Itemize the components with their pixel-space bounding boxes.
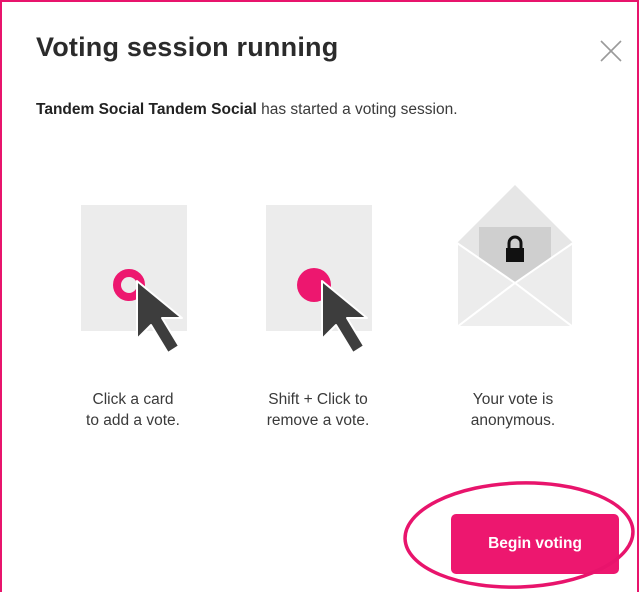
card-shift-click-icon (266, 205, 372, 354)
voting-dialog: Voting session running Tandem Social Tan… (0, 0, 639, 592)
step-add-vote-caption: Click a card to add a vote. (43, 389, 223, 431)
step-remove-vote-line2: remove a vote. (266, 412, 370, 429)
locked-envelope-icon (455, 185, 575, 330)
step-anonymous-line2: anonymous. (470, 412, 556, 429)
step-remove-vote-caption: Shift + Click to remove a vote. (228, 389, 408, 431)
step-add-vote-line2: to add a vote. (86, 412, 180, 429)
step-anonymous-caption: Your vote is anonymous. (423, 389, 603, 431)
dialog-subtitle: Tandem Social Tandem Social has started … (36, 101, 458, 119)
card-click-icon (81, 205, 187, 354)
dialog-title: Voting session running (36, 32, 339, 62)
step-add-vote-line1: Click a card (92, 391, 174, 408)
subtitle-text: has started a voting session. (256, 101, 458, 118)
step-anonymous-line1: Your vote is (472, 391, 554, 408)
step-remove-vote-line1: Shift + Click to (268, 391, 368, 408)
initiator-name: Tandem Social Tandem Social (36, 101, 257, 118)
begin-voting-button[interactable]: Begin voting (451, 514, 619, 574)
close-icon[interactable] (598, 38, 624, 64)
